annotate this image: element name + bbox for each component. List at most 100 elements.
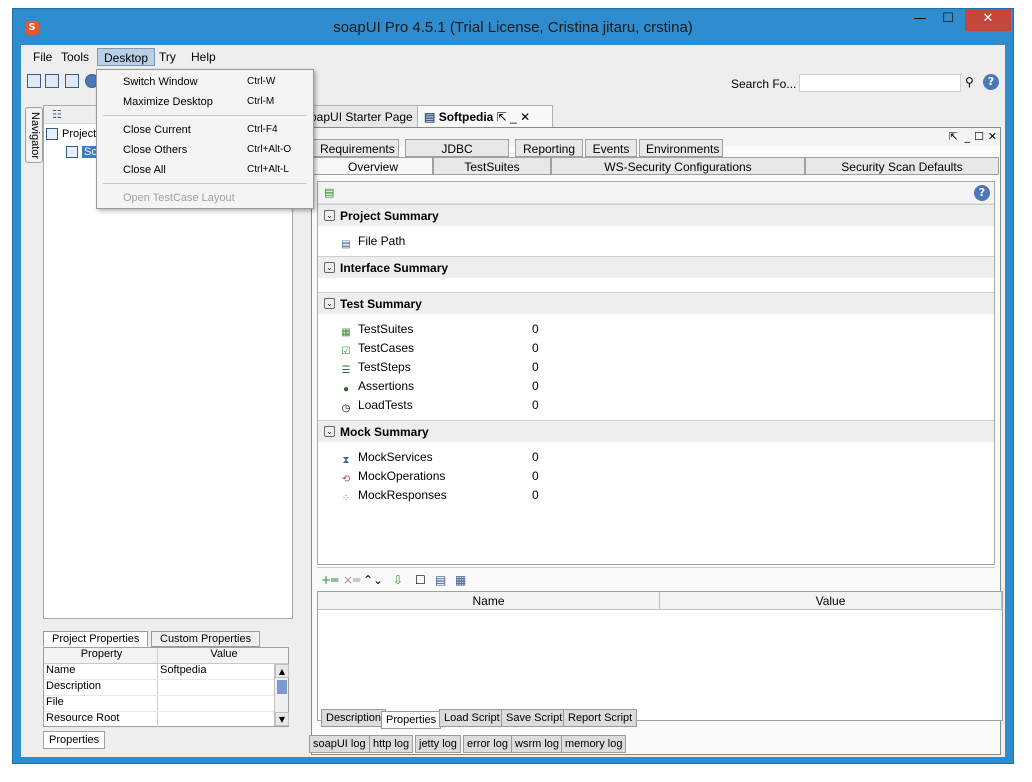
col-property[interactable]: Property xyxy=(44,648,158,663)
item-value: 0 xyxy=(532,398,539,412)
list-view-icon[interactable]: ☷ xyxy=(52,108,62,121)
tab-minimize-icon[interactable]: _ xyxy=(510,110,517,124)
collapse-icon[interactable]: ⌄ xyxy=(324,298,335,309)
menu-item-label: Switch Window xyxy=(123,76,198,88)
tab-error-log[interactable]: error log xyxy=(463,735,512,753)
tab-description[interactable]: Description xyxy=(321,709,387,727)
property-value[interactable] xyxy=(158,680,288,695)
table-row[interactable]: Name Softpedia xyxy=(44,664,288,680)
collapse-icon[interactable]: ⌄ xyxy=(324,262,335,273)
tab-testsuites[interactable]: TestSuites xyxy=(433,157,551,175)
document-tabs: oapUI Starter Page ▤ Softpedia ⇱ _ ✕ xyxy=(303,105,563,127)
col-value[interactable]: Value xyxy=(158,648,288,663)
menu-item-close-current[interactable]: Close Current Ctrl-F4 xyxy=(97,120,313,140)
sort-icon[interactable]: ⇩ xyxy=(393,573,403,587)
overview-help-icon[interactable]: ? xyxy=(974,185,990,201)
menu-item-close-others[interactable]: Close Others Ctrl+Alt-O xyxy=(97,140,313,160)
tab-http-log[interactable]: http log xyxy=(369,735,414,753)
tab-save-script[interactable]: Save Script xyxy=(501,709,568,727)
scroll-thumb[interactable] xyxy=(277,680,287,694)
tab-project-properties[interactable]: Project Properties xyxy=(43,631,149,647)
menu-bar: File Tools Desktop Try Help xyxy=(21,45,1005,67)
search-input[interactable] xyxy=(799,74,961,92)
import-project-icon[interactable] xyxy=(45,74,59,88)
menu-item-open-testcase-layout[interactable]: Open TestCase Layout xyxy=(97,188,313,208)
maximize-button[interactable]: ☐ xyxy=(935,9,961,31)
project-icon xyxy=(66,146,78,159)
tab-reporting[interactable]: Reporting xyxy=(515,139,583,157)
close-button[interactable]: ✕ xyxy=(965,9,1011,31)
collapse-icon[interactable]: ⌄ xyxy=(324,426,335,437)
menu-tools[interactable]: Tools xyxy=(55,48,95,66)
menu-file[interactable]: File xyxy=(27,48,58,66)
table-row[interactable]: Resource Root xyxy=(44,712,288,728)
tab-custom-properties[interactable]: Custom Properties xyxy=(151,631,261,647)
tree-item-projects[interactable]: Project xyxy=(46,128,96,144)
save-properties-icon[interactable]: ▦ xyxy=(455,573,466,587)
menu-try[interactable]: Try xyxy=(153,48,182,66)
tab-overview[interactable]: Overview xyxy=(313,157,433,175)
pin-icon[interactable]: ⇱ xyxy=(497,110,507,124)
binoculars-icon[interactable]: ⚲ xyxy=(965,75,974,89)
add-property-icon[interactable]: +═ xyxy=(321,573,338,587)
section-test-summary[interactable]: ⌄ Test Summary xyxy=(318,292,994,314)
tab-security-scan-defaults[interactable]: Security Scan Defaults xyxy=(805,157,999,175)
projects-icon xyxy=(46,128,58,141)
tab-soapui-log[interactable]: soapUI log xyxy=(309,735,370,753)
tab-environments[interactable]: Environments xyxy=(639,139,723,157)
tab-ws-security[interactable]: WS-Security Configurations xyxy=(551,157,805,175)
move-up-down-icon[interactable]: ⌃⌄ xyxy=(363,573,383,587)
tab-requirements[interactable]: Requirements xyxy=(313,139,399,157)
col-name[interactable]: Name xyxy=(318,592,660,609)
tab-softpedia[interactable]: ▤ Softpedia ⇱ _ ✕ xyxy=(417,105,553,127)
section-project-summary[interactable]: ⌄ Project Summary xyxy=(318,204,994,226)
clear-icon[interactable]: ☐ xyxy=(415,573,426,587)
section-title: Test Summary xyxy=(340,297,422,311)
tab-starter-page[interactable]: oapUI Starter Page xyxy=(303,105,420,127)
file-path-label: File Path xyxy=(358,234,406,248)
table-row[interactable]: File xyxy=(44,696,288,712)
col-value[interactable]: Value xyxy=(660,592,1002,609)
save-all-icon[interactable] xyxy=(65,74,79,88)
item-value: 0 xyxy=(532,360,539,374)
remove-property-icon[interactable]: ×═ xyxy=(343,573,360,587)
property-value[interactable] xyxy=(158,712,288,727)
tab-properties[interactable]: Properties xyxy=(381,711,442,729)
tab-events[interactable]: Events xyxy=(585,139,637,157)
collapse-icon[interactable]: ⌄ xyxy=(324,210,335,221)
property-value[interactable] xyxy=(158,696,288,711)
menu-item-label: Open TestCase Layout xyxy=(123,192,235,204)
item-label: MockOperations xyxy=(358,469,446,483)
section-mock-summary[interactable]: ⌄ Mock Summary xyxy=(318,420,994,442)
menu-item-close-all[interactable]: Close All Ctrl+Alt-L xyxy=(97,160,313,180)
tab-close-icon[interactable]: ✕ xyxy=(520,110,530,124)
load-properties-icon[interactable]: ▤ xyxy=(435,573,446,587)
menu-separator xyxy=(103,183,307,184)
property-value[interactable]: Softpedia xyxy=(158,664,288,679)
navigator-side-tab[interactable]: Navigator xyxy=(25,107,43,163)
tab-wsrm-log[interactable]: wsrm log xyxy=(511,735,564,753)
menu-item-switch-window[interactable]: Switch Window Ctrl-W xyxy=(97,72,313,92)
help-icon[interactable]: ? xyxy=(983,74,999,90)
tab-properties-bottom[interactable]: Properties xyxy=(43,731,106,749)
tab-jetty-log[interactable]: jetty log xyxy=(415,735,461,753)
scroll-up-icon[interactable]: ▲ xyxy=(275,664,289,678)
new-project-icon[interactable] xyxy=(27,74,41,88)
refresh-icon[interactable]: ▤ xyxy=(324,186,334,199)
tab-memory-log[interactable]: memory log xyxy=(561,735,627,753)
minimize-button[interactable]: — xyxy=(907,9,933,31)
scroll-down-icon[interactable]: ▼ xyxy=(275,712,289,726)
properties-scrollbar[interactable]: ▲ ▼ xyxy=(274,664,289,726)
menu-help[interactable]: Help xyxy=(185,48,222,66)
property-name: Resource Root xyxy=(44,712,158,727)
section-interface-summary[interactable]: ⌄ Interface Summary xyxy=(318,256,994,278)
menu-item-maximize-desktop[interactable]: Maximize Desktop Ctrl-M xyxy=(97,92,313,112)
item-label: LoadTests xyxy=(358,398,413,412)
properties-panel: Project Properties Custom Properties Pro… xyxy=(43,629,293,755)
tab-load-script[interactable]: Load Script xyxy=(439,709,505,727)
tab-report-script[interactable]: Report Script xyxy=(563,709,638,727)
tab-jdbc-connections[interactable]: JDBC Connections xyxy=(405,139,509,170)
table-row[interactable]: Description xyxy=(44,680,288,696)
title-bar[interactable]: S soapUI Pro 4.5.1 (Trial License, Crist… xyxy=(13,9,1013,45)
menu-desktop[interactable]: Desktop xyxy=(97,48,156,66)
